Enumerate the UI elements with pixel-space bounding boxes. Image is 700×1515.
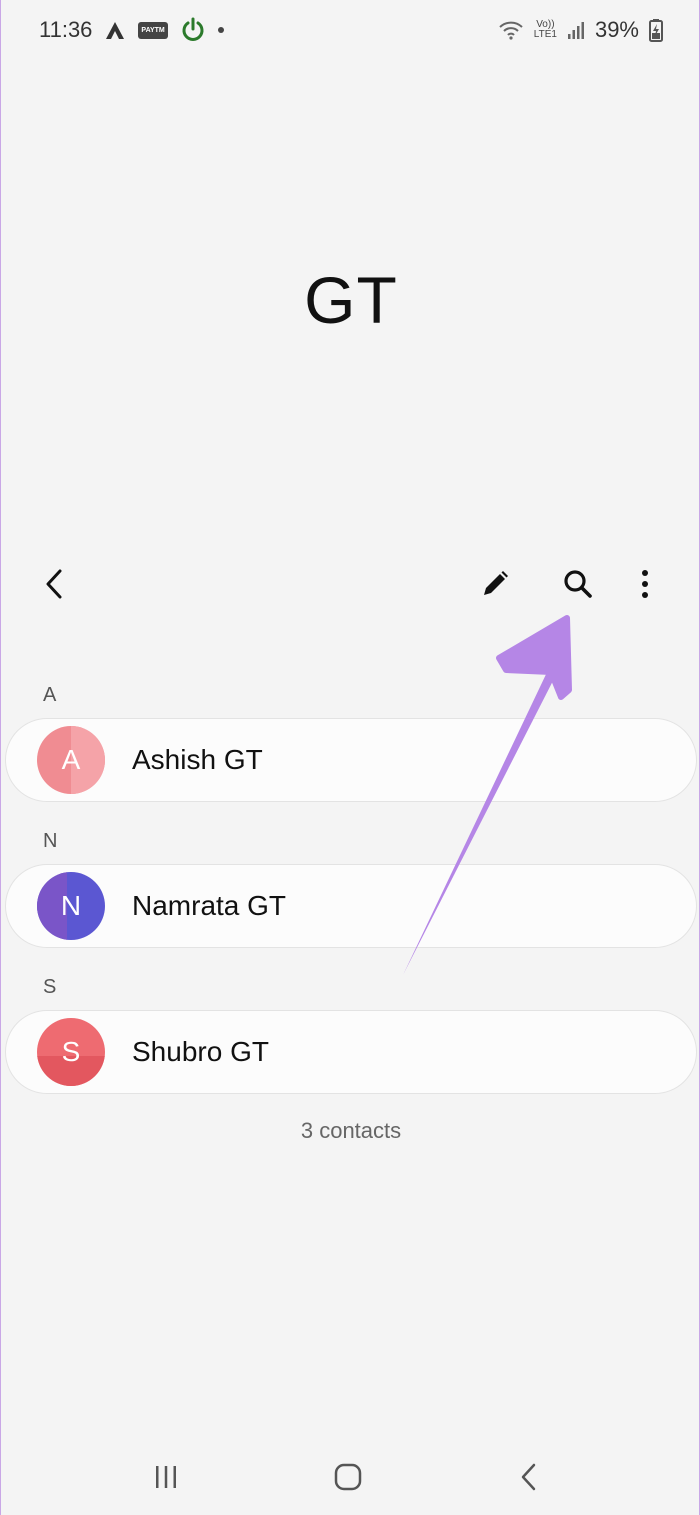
- power-icon: [182, 17, 204, 41]
- signal-icon: [567, 22, 584, 39]
- status-left: 11:36 PAYTM: [39, 17, 224, 43]
- status-time: 11:36: [39, 17, 93, 42]
- notification-dot-icon: [217, 27, 224, 33]
- contact-item-ashish[interactable]: A Ashish GT: [5, 718, 697, 802]
- section-header-n: N: [43, 830, 58, 852]
- section-header-s: S: [43, 976, 57, 998]
- recent-apps-button[interactable]: [136, 1452, 196, 1502]
- back-icon: [521, 1463, 536, 1491]
- paytm-icon: PAYTM: [138, 21, 168, 39]
- search-button[interactable]: [554, 560, 602, 608]
- contact-count: 3 contacts: [300, 1118, 402, 1143]
- contact-item-shubro[interactable]: S Shubro GT: [5, 1010, 697, 1094]
- recent-apps-icon: [156, 1466, 176, 1488]
- home-icon: [334, 1463, 362, 1491]
- home-button[interactable]: [318, 1452, 378, 1502]
- system-nav-bar: [1, 1452, 700, 1502]
- avatar: S: [37, 1018, 105, 1086]
- chevron-left-icon: [46, 569, 62, 599]
- pencil-icon: [484, 571, 508, 595]
- wifi-icon: [499, 21, 523, 40]
- contact-name: Namrata GT: [132, 890, 287, 921]
- status-right: Vo)) LTE1 39%: [498, 17, 663, 43]
- search-icon: [564, 570, 592, 598]
- more-vertical-icon: [642, 570, 648, 598]
- contact-name: Ashish GT: [132, 744, 263, 775]
- contact-name: Shubro GT: [132, 1036, 269, 1067]
- avatar: A: [37, 726, 105, 794]
- section-header-a: A: [43, 684, 57, 706]
- more-options-button[interactable]: [621, 560, 669, 608]
- battery-charging-icon: [649, 19, 663, 42]
- battery-percent: 39%: [594, 17, 639, 42]
- status-bar: 11:36 PAYTM Vo)) LTE1 39%: [1, 0, 700, 60]
- system-back-button[interactable]: [499, 1452, 559, 1502]
- volte-icon: Vo)) LTE1: [533, 19, 557, 40]
- arrow-app-icon: [106, 22, 125, 39]
- edit-button[interactable]: [471, 560, 519, 608]
- contact-item-namrata[interactable]: N Namrata GT: [5, 864, 697, 948]
- toolbar: [1, 560, 700, 616]
- back-button[interactable]: [31, 560, 79, 608]
- avatar: N: [37, 872, 105, 940]
- page-title: GT: [304, 263, 398, 337]
